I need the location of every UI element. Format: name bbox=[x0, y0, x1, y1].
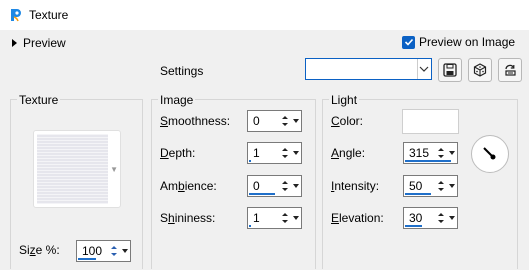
spin-triangle-icon[interactable] bbox=[290, 177, 300, 195]
light-color-swatch[interactable] bbox=[402, 109, 459, 134]
angle-dial[interactable] bbox=[471, 135, 509, 173]
smoothness-value: 0 bbox=[253, 114, 260, 128]
shininess-value: 1 bbox=[253, 211, 260, 225]
save-preset-button[interactable] bbox=[438, 58, 462, 82]
color-label: Color: bbox=[331, 114, 364, 128]
shininess-spinbox[interactable]: 1 bbox=[247, 207, 302, 229]
spin-updown-icon[interactable] bbox=[280, 209, 290, 227]
smoothness-label: Smoothness: bbox=[160, 114, 231, 128]
angle-label: Angle: bbox=[331, 146, 366, 160]
spin-arrows[interactable] bbox=[280, 144, 300, 162]
texture-group-title: Texture bbox=[17, 93, 61, 107]
angle-value: 315 bbox=[409, 146, 430, 160]
reset-icon bbox=[505, 64, 516, 76]
spin-arrows[interactable] bbox=[280, 177, 300, 195]
reset-button[interactable] bbox=[498, 58, 522, 82]
spin-triangle-icon[interactable] bbox=[290, 112, 300, 130]
elevation-label: Elevation: bbox=[331, 211, 384, 225]
spin-triangle-icon[interactable] bbox=[446, 177, 456, 195]
angle-level-bar bbox=[405, 160, 451, 162]
angle-dial-icon bbox=[483, 147, 496, 160]
ambience-spinbox[interactable]: 0 bbox=[247, 175, 302, 197]
size-level-bar bbox=[78, 258, 96, 260]
randomize-button[interactable] bbox=[468, 58, 492, 82]
depth-spinbox[interactable]: 1 bbox=[247, 142, 302, 164]
checkmark-icon bbox=[402, 35, 415, 49]
save-icon bbox=[443, 63, 457, 77]
elevation-level-bar bbox=[405, 225, 422, 227]
intensity-spinbox[interactable]: 50 bbox=[403, 175, 458, 197]
intensity-value: 50 bbox=[409, 179, 423, 193]
intensity-label: Intensity: bbox=[331, 179, 380, 193]
title-bar: Texture bbox=[0, 0, 529, 30]
elevation-value: 30 bbox=[409, 211, 423, 225]
shininess-label: Shininess: bbox=[160, 211, 216, 225]
spin-triangle-icon[interactable] bbox=[290, 144, 300, 162]
preview-on-image-label: Preview on Image bbox=[419, 35, 516, 49]
intensity-level-bar bbox=[405, 193, 431, 195]
spin-arrows[interactable] bbox=[436, 209, 456, 227]
spin-arrows[interactable] bbox=[280, 209, 300, 227]
ambience-label: Ambience: bbox=[160, 179, 217, 193]
paintshop-icon bbox=[11, 9, 21, 22]
depth-value: 1 bbox=[253, 146, 260, 160]
spin-updown-icon[interactable] bbox=[436, 209, 446, 227]
settings-label: Settings bbox=[160, 64, 204, 78]
spin-arrows[interactable] bbox=[436, 177, 456, 195]
smoothness-spinbox[interactable]: 0 bbox=[247, 110, 302, 132]
shininess-level-bar bbox=[249, 225, 251, 227]
preview-label: Preview bbox=[23, 36, 66, 50]
spin-updown-icon[interactable] bbox=[436, 177, 446, 195]
expand-triangle-icon bbox=[12, 39, 17, 47]
size-label: Size %: bbox=[19, 243, 60, 257]
elevation-spinbox[interactable]: 30 bbox=[403, 207, 458, 229]
spin-triangle-icon[interactable] bbox=[290, 209, 300, 227]
ambience-level-bar bbox=[249, 193, 275, 195]
angle-spinbox[interactable]: 315 bbox=[403, 142, 458, 164]
chevron-down-icon bbox=[419, 66, 429, 72]
depth-label: Depth: bbox=[160, 146, 196, 160]
spin-arrows[interactable] bbox=[280, 112, 300, 130]
size-value: 100 bbox=[82, 244, 103, 258]
image-group-title: Image bbox=[158, 93, 196, 107]
dropdown-divider bbox=[417, 59, 418, 79]
settings-dropdown[interactable] bbox=[305, 58, 432, 80]
preview-on-image-checkbox[interactable]: Preview on Image bbox=[402, 35, 515, 49]
chevron-down-icon: ▼ bbox=[110, 165, 118, 174]
window-title: Texture bbox=[29, 8, 69, 22]
spin-updown-icon[interactable] bbox=[280, 144, 290, 162]
texture-preview bbox=[37, 134, 108, 204]
preview-toggle[interactable]: Preview bbox=[12, 36, 66, 50]
spin-updown-icon[interactable] bbox=[280, 112, 290, 130]
light-group-title: Light bbox=[329, 93, 360, 107]
size-spinbox[interactable]: 100 bbox=[76, 240, 131, 262]
spin-updown-icon[interactable] bbox=[109, 242, 119, 260]
spin-triangle-icon[interactable] bbox=[119, 242, 129, 260]
cube-icon bbox=[473, 63, 487, 77]
depth-level-bar bbox=[249, 160, 251, 162]
ambience-value: 0 bbox=[253, 179, 260, 193]
spin-triangle-icon[interactable] bbox=[446, 209, 456, 227]
spin-updown-icon[interactable] bbox=[280, 177, 290, 195]
spin-arrows[interactable] bbox=[109, 242, 129, 260]
texture-swatch[interactable]: ▼ bbox=[33, 130, 121, 208]
